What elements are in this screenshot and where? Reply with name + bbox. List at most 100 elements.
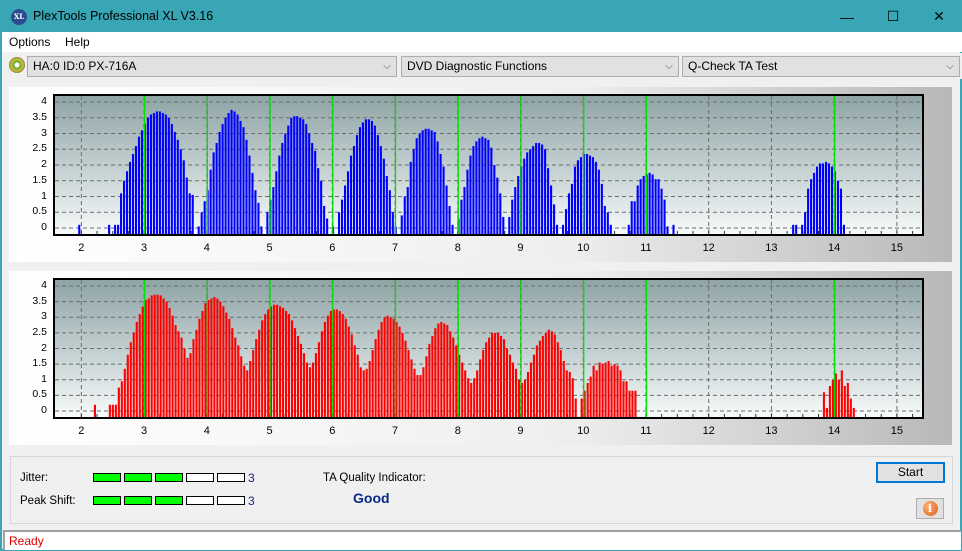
bar [481,136,484,234]
bar [170,124,173,234]
bar [326,315,329,417]
chart-svg [55,96,922,234]
x-tick-label: 15 [890,242,904,254]
bar [138,314,141,417]
x-tick-label: 8 [454,425,461,437]
meter-segment [93,473,121,482]
bar [407,350,410,417]
info-button[interactable]: i [916,498,944,519]
bar [439,153,442,234]
bar [180,337,183,417]
bar [440,321,443,417]
bar [568,371,571,417]
title-bar: XL PlexTools Professional XL V3.16 — ☐ ✕ [2,1,962,32]
x-tick-label: 10 [577,425,590,437]
function-select[interactable]: DVD Diagnostic Functions ⌵ [401,56,679,77]
bar [192,339,195,417]
bar [341,314,344,417]
chevron-down-icon[interactable]: ⌵ [381,57,393,76]
bar [191,194,194,234]
plot-area [53,94,924,236]
bar [237,345,240,417]
bar [541,336,544,417]
bar [401,332,404,417]
bar [392,318,395,417]
bar [267,309,270,417]
bar [475,141,478,234]
test-select[interactable]: Q-Check TA Test ⌵ [682,56,960,77]
bar [553,334,556,417]
bar [511,199,514,234]
chevron-down-icon[interactable]: ⌵ [944,57,956,76]
bar [409,161,412,234]
bar [219,301,222,417]
y-tick-label: 2 [41,341,47,354]
bar [276,304,279,417]
y-tick-label: 1 [41,189,47,202]
bar [78,224,81,234]
bar [571,378,574,417]
minimize-button[interactable]: — [824,1,870,32]
bar [400,215,403,234]
plot-area [53,278,924,419]
bar [275,171,278,234]
bar [120,193,123,234]
bar [585,153,588,234]
meter-segment [124,473,152,482]
bar [562,361,565,417]
bar [627,224,630,234]
bar [556,342,559,417]
bar [514,187,517,234]
bar [561,224,565,234]
bar [433,131,436,234]
bar [346,171,350,234]
bar [508,216,511,234]
chevron-down-icon[interactable]: ⌵ [663,57,675,76]
bar [117,387,120,417]
bar [622,381,625,417]
menu-options[interactable]: Options [9,35,50,49]
bar [260,226,263,234]
bar [186,357,189,417]
bar [550,185,553,234]
drive-select[interactable]: HA:0 ID:0 PX-716A ⌵ [27,56,397,77]
bar [285,311,288,417]
x-tick-label: 5 [266,242,273,254]
jitter-label: Jitter: [20,472,49,484]
bar [837,379,840,417]
bar [152,113,155,234]
disc-drive-icon [9,57,25,73]
maximize-button[interactable]: ☐ [870,1,916,32]
bar [305,124,308,234]
bar [189,353,192,417]
bar [201,311,204,417]
bar [404,340,407,417]
bar [171,315,174,417]
bar [132,332,135,417]
bar [500,336,503,417]
bar [819,163,822,234]
start-button[interactable]: Start [876,462,945,483]
bar [141,306,144,417]
bar [421,130,424,234]
bar [604,362,607,417]
x-tick-label: 6 [329,425,336,437]
menu-help[interactable]: Help [65,35,90,49]
bar [218,131,221,234]
bar [663,199,666,234]
bar [666,226,669,234]
bar [296,116,299,234]
bar [425,356,428,417]
chart-svg [55,280,922,417]
bar [437,323,440,417]
bar [173,131,176,234]
bar [424,128,427,234]
bar [443,323,446,417]
bar [299,117,302,234]
bar [430,130,433,234]
close-button[interactable]: ✕ [916,1,962,32]
y-tick-label: 2.5 [32,142,47,155]
x-tick-label: 9 [517,425,524,437]
window-title: PlexTools Professional XL V3.16 [33,9,214,23]
bar [526,152,529,234]
